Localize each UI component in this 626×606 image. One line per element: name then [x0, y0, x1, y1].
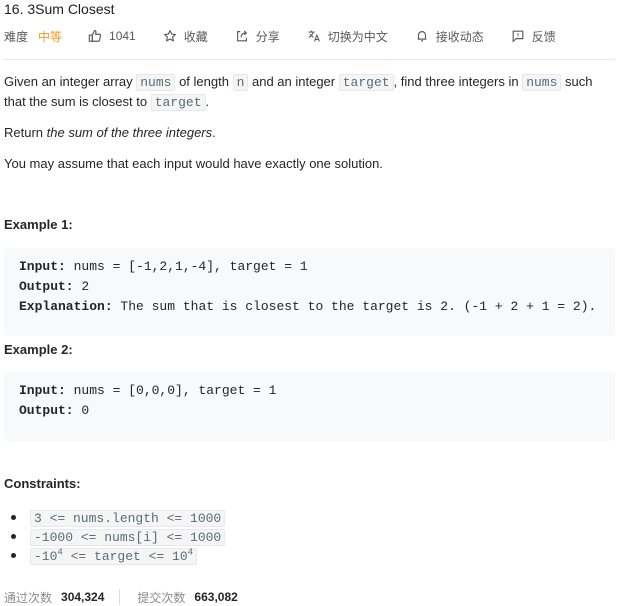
- feedback-label: 反馈: [531, 29, 556, 44]
- like-count: 1041: [109, 29, 136, 43]
- description-paragraph-3: You may assume that each input would hav…: [4, 156, 383, 171]
- example-1-heading: Example 1:: [4, 217, 73, 232]
- example-2-input-line: Input: nums = [0,0,0], target = 1: [19, 381, 615, 401]
- like-button[interactable]: 1041: [88, 29, 136, 43]
- constraint-code: 3 <= nums.length <= 1000: [30, 510, 226, 527]
- inline-code: target: [150, 94, 206, 111]
- inline-code: nums: [522, 74, 562, 91]
- input-label: Input:: [19, 383, 66, 398]
- submissions-label: 提交次数: [137, 590, 186, 605]
- example-1-input-line: Input: nums = [-1,2,1,-4], target = 1: [19, 257, 615, 277]
- share-label: 分享: [255, 29, 280, 44]
- inline-code: target: [338, 74, 394, 91]
- submission-stats: 通过次数 304,324 提交次数 663,082: [4, 589, 238, 605]
- submissions-count: 663,082: [194, 590, 238, 604]
- input-label: Input:: [19, 259, 66, 274]
- example-2-output-line: Output: 0: [19, 401, 615, 421]
- subscribe-label: 接收动态: [435, 29, 484, 44]
- favorite-button[interactable]: 收藏: [163, 28, 208, 45]
- difficulty-label: 难度: [4, 29, 29, 44]
- text-segment: <= target <= 10: [62, 549, 188, 564]
- example-2-heading: Example 2:: [4, 342, 73, 357]
- constraint-item: -1000 <= nums[i] <= 1000: [10, 527, 226, 546]
- problem-toolbar: 难度 中等 1041 收藏 分享 切换为中文 接收动态 反馈: [4, 27, 583, 45]
- constraint-code: -104 <= target <= 104: [30, 547, 198, 565]
- difficulty-value: 中等: [38, 29, 63, 44]
- superscript: 4: [187, 547, 194, 558]
- accepted-count: 304,324: [61, 590, 105, 604]
- text-segment: Given an integer array: [4, 74, 137, 89]
- output-label: Output:: [19, 403, 74, 418]
- emphasis-text: the sum of the three integers: [46, 125, 213, 140]
- explanation-value: The sum that is closest to the target is…: [112, 299, 597, 314]
- problem-title: 16. 3Sum Closest: [4, 1, 115, 17]
- description-paragraph-2: Return the sum of the three integers.: [4, 123, 216, 142]
- text-segment: .: [212, 125, 216, 140]
- constraints-list: 3 <= nums.length <= 1000 -1000 <= nums[i…: [4, 508, 226, 565]
- switch-language-label: 切换为中文: [327, 29, 388, 44]
- text-segment: and an integer: [248, 74, 339, 89]
- description-paragraph-1: Given an integer array nums of length n …: [4, 72, 609, 112]
- explanation-label: Explanation:: [19, 299, 113, 314]
- output-value: 2: [73, 279, 90, 294]
- feedback-button[interactable]: 反馈: [511, 28, 556, 45]
- thumbs-up-icon: [88, 30, 102, 42]
- example-1-explanation-line: Explanation: The sum that is closest to …: [19, 297, 615, 317]
- text-segment: of length: [175, 74, 233, 89]
- share-button[interactable]: 分享: [235, 28, 280, 45]
- constraints-heading: Constraints:: [4, 476, 81, 491]
- example-1-output-line: Output: 2: [19, 277, 615, 297]
- inline-code: n: [232, 74, 249, 91]
- text-segment: , find three integers in: [393, 74, 523, 89]
- output-value: 0: [73, 403, 90, 418]
- favorite-label: 收藏: [183, 29, 208, 44]
- text-segment: .: [205, 94, 210, 109]
- translate-icon: [308, 30, 320, 42]
- header-divider: [4, 59, 615, 60]
- share-icon: [236, 30, 247, 42]
- text-segment: Return: [4, 125, 47, 140]
- input-value: nums = [0,0,0], target = 1: [65, 383, 277, 398]
- switch-language-button[interactable]: 切换为中文: [307, 28, 388, 45]
- accepted-label: 通过次数: [4, 590, 53, 605]
- constraint-item: 3 <= nums.length <= 1000: [10, 508, 226, 527]
- bell-icon: [417, 31, 427, 42]
- star-icon: [163, 30, 176, 42]
- inline-code: nums: [136, 74, 176, 91]
- constraint-code: -1000 <= nums[i] <= 1000: [30, 529, 226, 546]
- output-label: Output:: [19, 279, 74, 294]
- subscribe-button[interactable]: 接收动态: [415, 28, 484, 45]
- feedback-icon: [512, 30, 524, 43]
- constraint-item: -104 <= target <= 104: [10, 546, 225, 565]
- example-2-block: Input: nums = [0,0,0], target = 1 Output:…: [4, 372, 615, 441]
- example-1-block: Input: nums = [-1,2,1,-4], target = 1 Out…: [4, 248, 615, 336]
- text-segment: -10: [34, 549, 58, 564]
- input-value: nums = [-1,2,1,-4], target = 1: [65, 259, 308, 274]
- stats-divider: [119, 589, 121, 605]
